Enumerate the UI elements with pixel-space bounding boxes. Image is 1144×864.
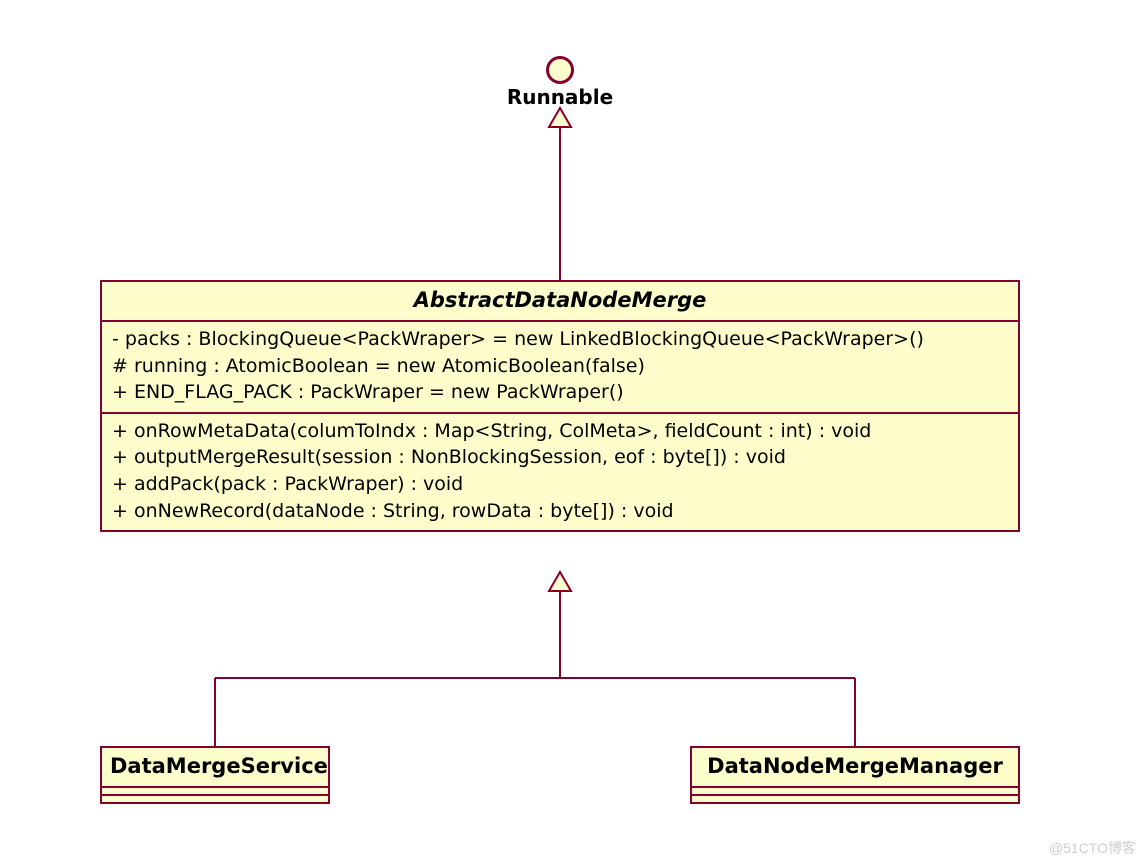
class-datanodemergemanager: DataNodeMergeManager [690, 746, 1020, 804]
class-attributes: - packs : BlockingQueue<PackWraper> = ne… [102, 322, 1018, 414]
class-title-datamergeservice: DataMergeService [102, 748, 328, 788]
interface-label-runnable: Runnable [460, 85, 660, 109]
class-attributes-empty [102, 788, 328, 796]
class-attributes-empty [692, 788, 1018, 796]
class-datamergeservice: DataMergeService [100, 746, 330, 804]
class-abstractdatanodemerge: AbstractDataNodeMerge - packs : Blocking… [100, 280, 1020, 532]
class-operations-empty [102, 796, 328, 802]
class-operations: + onRowMetaData(columToIndx : Map<String… [102, 414, 1018, 530]
operation-line: + onRowMetaData(columToIndx : Map<String… [112, 418, 1008, 445]
operation-line: + outputMergeResult(session : NonBlockin… [112, 444, 1008, 471]
attribute-line: + END_FLAG_PACK : PackWraper = new PackW… [112, 379, 1008, 406]
class-title-abstractdatanodemerge: AbstractDataNodeMerge [102, 282, 1018, 322]
operation-line: + onNewRecord(dataNode : String, rowData… [112, 498, 1008, 525]
class-title-datanodemergemanager: DataNodeMergeManager [692, 748, 1018, 788]
class-operations-empty [692, 796, 1018, 802]
attribute-line: - packs : BlockingQueue<PackWraper> = ne… [112, 326, 1008, 353]
watermark-text: @51CTO博客 [1049, 838, 1136, 858]
interface-circle-runnable [546, 56, 574, 84]
attribute-line: # running : AtomicBoolean = new AtomicBo… [112, 353, 1008, 380]
operation-line: + addPack(pack : PackWraper) : void [112, 471, 1008, 498]
